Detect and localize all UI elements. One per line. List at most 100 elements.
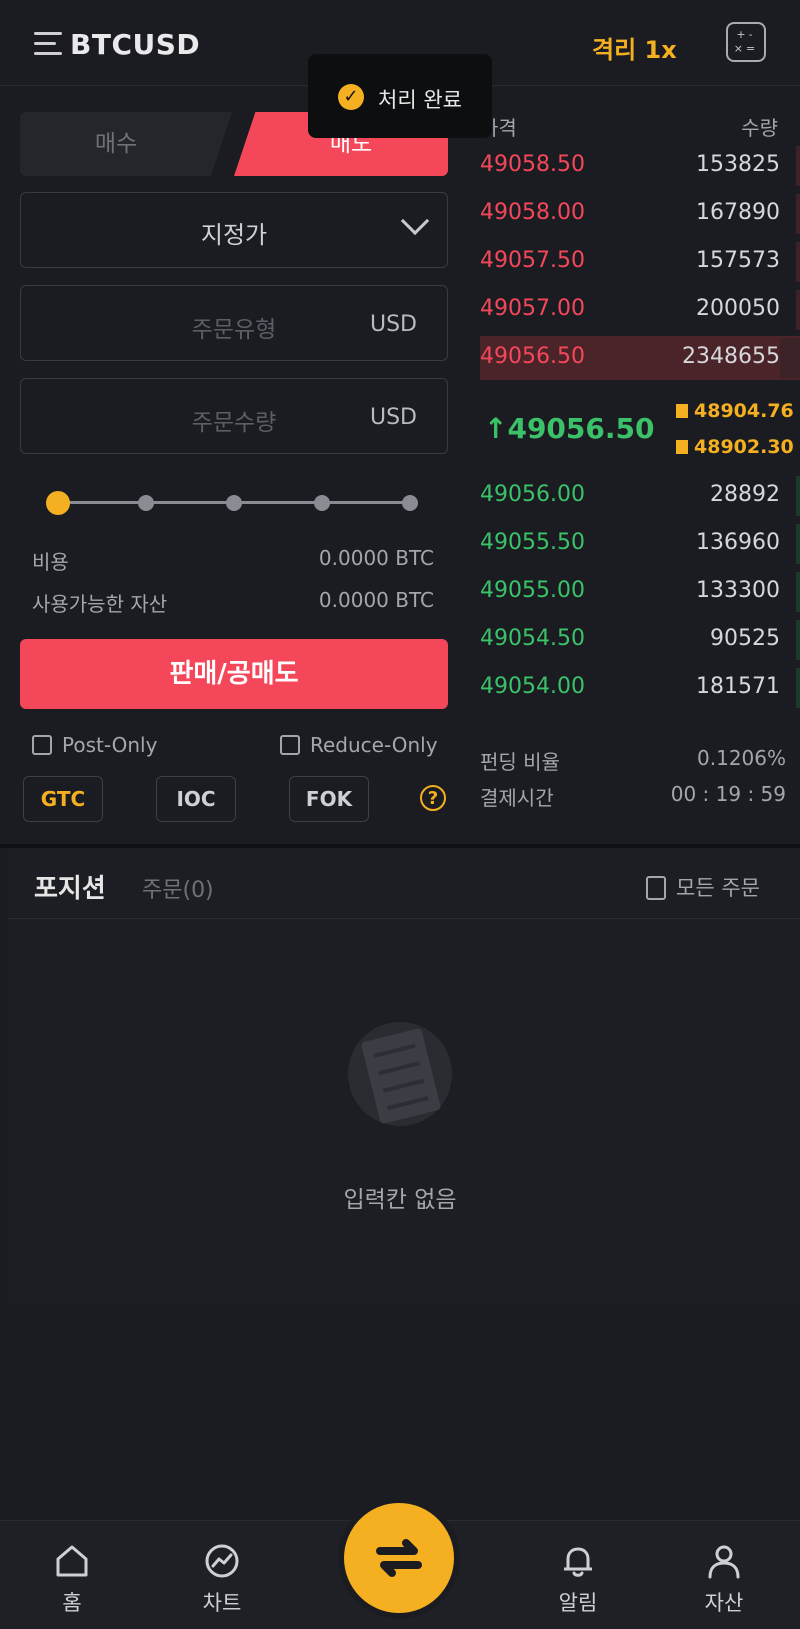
menu-icon[interactable]	[34, 32, 62, 56]
cost-value: 0.0000 BTC	[318, 546, 434, 570]
trade-button[interactable]	[344, 1503, 454, 1613]
ask-depth-bar	[780, 338, 800, 378]
index-price-value: 48902.30	[694, 436, 794, 458]
mark-price: 48904.76	[676, 400, 794, 422]
bell-icon	[564, 1547, 592, 1577]
bid-depth-bar	[796, 572, 800, 612]
index-price: 48902.30	[676, 436, 794, 458]
flag-icon	[676, 404, 688, 418]
ask-price: 49057.50	[480, 248, 585, 273]
ask-row[interactable]: 49057.50 157573	[480, 240, 800, 284]
bid-quantity: 181571	[696, 674, 780, 699]
slider-step-100[interactable]	[402, 495, 418, 511]
empty-state-text: 입력칸 없음	[343, 1187, 457, 1213]
quantity-unit: USD	[369, 405, 417, 430]
ask-row[interactable]: 49057.00 200050	[480, 288, 800, 332]
all-orders-link[interactable]: 모든 주문	[646, 872, 760, 902]
bid-row[interactable]: 49054.50 90525	[480, 618, 800, 662]
bid-row[interactable]: 49055.50 136960	[480, 522, 800, 566]
bid-depth-bar	[796, 476, 800, 516]
leverage-button[interactable]: 격리 1x	[592, 30, 677, 65]
bid-depth-bar	[796, 620, 800, 660]
checkbox-icon	[32, 735, 52, 755]
post-only-label: Post-Only	[62, 733, 158, 757]
post-only-checkbox[interactable]: Post-Only	[32, 733, 157, 757]
reduce-only-checkbox[interactable]: Reduce-Only	[280, 733, 438, 757]
success-toast: ✓ 처리 완료	[308, 54, 492, 138]
bid-price: 49055.00	[480, 578, 585, 603]
ask-price: 49058.00	[480, 200, 585, 225]
bid-depth-bar	[796, 524, 800, 564]
sell-submit-button[interactable]: 판매/공매도	[20, 639, 448, 709]
chart-icon	[205, 1544, 239, 1578]
ask-row[interactable]: 49058.00 167890	[480, 192, 800, 236]
last-price-value: 49056.50	[507, 412, 655, 445]
quantity-header: 수량	[741, 116, 778, 140]
help-icon[interactable]: ?	[420, 785, 446, 811]
order-type-select[interactable]: 지정가	[20, 192, 448, 268]
tab-orders[interactable]: 주문(0)	[142, 872, 214, 904]
cost-row: 비용 0.0000 BTC	[32, 546, 434, 575]
swap-arrows-icon	[376, 1539, 422, 1577]
bookmark-icon	[676, 440, 688, 454]
bid-row[interactable]: 49054.00 181571	[480, 666, 800, 710]
slider-step-75[interactable]	[314, 495, 330, 511]
document-icon	[646, 876, 666, 900]
mark-price-value: 48904.76	[694, 400, 794, 422]
bid-quantity: 133300	[696, 578, 780, 603]
slider-handle[interactable]	[46, 491, 70, 515]
ask-row[interactable]: 49058.50 153825	[480, 144, 800, 188]
quantity-input[interactable]: 주문수량 USD	[20, 378, 448, 454]
settlement-time-value: 00 : 19 : 59	[670, 782, 786, 806]
calculator-icon[interactable]: +-×=	[726, 22, 766, 62]
bid-price: 49055.50	[480, 530, 585, 555]
symbol-title[interactable]: BTCUSD	[70, 28, 200, 61]
tab-buy[interactable]: 매수	[20, 112, 232, 176]
bid-row[interactable]: 49056.00 28892	[480, 474, 800, 518]
ask-quantity: 167890	[696, 200, 780, 225]
slider-step-50[interactable]	[226, 495, 242, 511]
slider-step-25[interactable]	[138, 495, 154, 511]
ask-depth-bar	[796, 194, 800, 234]
funding-rate-value: 0.1206%	[697, 746, 786, 770]
bid-price: 49054.50	[480, 626, 585, 651]
nav-assets-label: 자산	[704, 1591, 744, 1615]
divider	[8, 918, 800, 919]
nav-alerts[interactable]: 알림	[528, 1541, 628, 1617]
available-value: 0.0000 BTC	[318, 588, 434, 612]
tab-positions[interactable]: 포지션	[34, 868, 106, 905]
bid-price: 49056.00	[480, 482, 585, 507]
home-icon	[56, 1545, 88, 1577]
nav-home-label: 홈	[62, 1591, 82, 1615]
ask-depth-bar	[796, 146, 800, 186]
ask-price: 49056.50	[480, 344, 585, 369]
toast-text: 처리 완료	[378, 88, 462, 112]
cost-label: 비용	[32, 550, 69, 574]
ask-row[interactable]: 49056.50 2348655	[480, 336, 800, 380]
bid-quantity: 90525	[710, 626, 780, 651]
all-orders-label: 모든 주문	[676, 876, 760, 900]
ask-depth-bar	[796, 290, 800, 330]
paper-shape	[360, 1027, 442, 1125]
funding-rate-label: 펀딩 비율	[480, 750, 560, 774]
checkbox-icon	[280, 735, 300, 755]
nav-home[interactable]: 홈	[22, 1541, 122, 1617]
nav-assets[interactable]: 자산	[674, 1541, 774, 1617]
bid-quantity: 136960	[696, 530, 780, 555]
ask-quantity: 157573	[696, 248, 780, 273]
price-input[interactable]: 주문유형 USD	[20, 285, 448, 361]
empty-document-icon	[348, 1022, 452, 1126]
tif-gtc-button[interactable]: GTC	[23, 776, 103, 822]
tif-fok-button[interactable]: FOK	[289, 776, 369, 822]
nav-chart[interactable]: 차트	[172, 1541, 272, 1617]
ask-price: 49058.50	[480, 152, 585, 177]
arrow-up-icon: ↑	[484, 412, 508, 445]
ask-quantity: 153825	[696, 152, 780, 177]
order-type-value: 지정가	[200, 221, 268, 249]
quantity-slider[interactable]	[46, 488, 418, 518]
tif-ioc-button[interactable]: IOC	[156, 776, 236, 822]
bid-row[interactable]: 49055.00 133300	[480, 570, 800, 614]
ask-price: 49057.00	[480, 296, 585, 321]
ask-quantity: 2348655	[682, 344, 780, 369]
bid-price: 49054.00	[480, 674, 585, 699]
